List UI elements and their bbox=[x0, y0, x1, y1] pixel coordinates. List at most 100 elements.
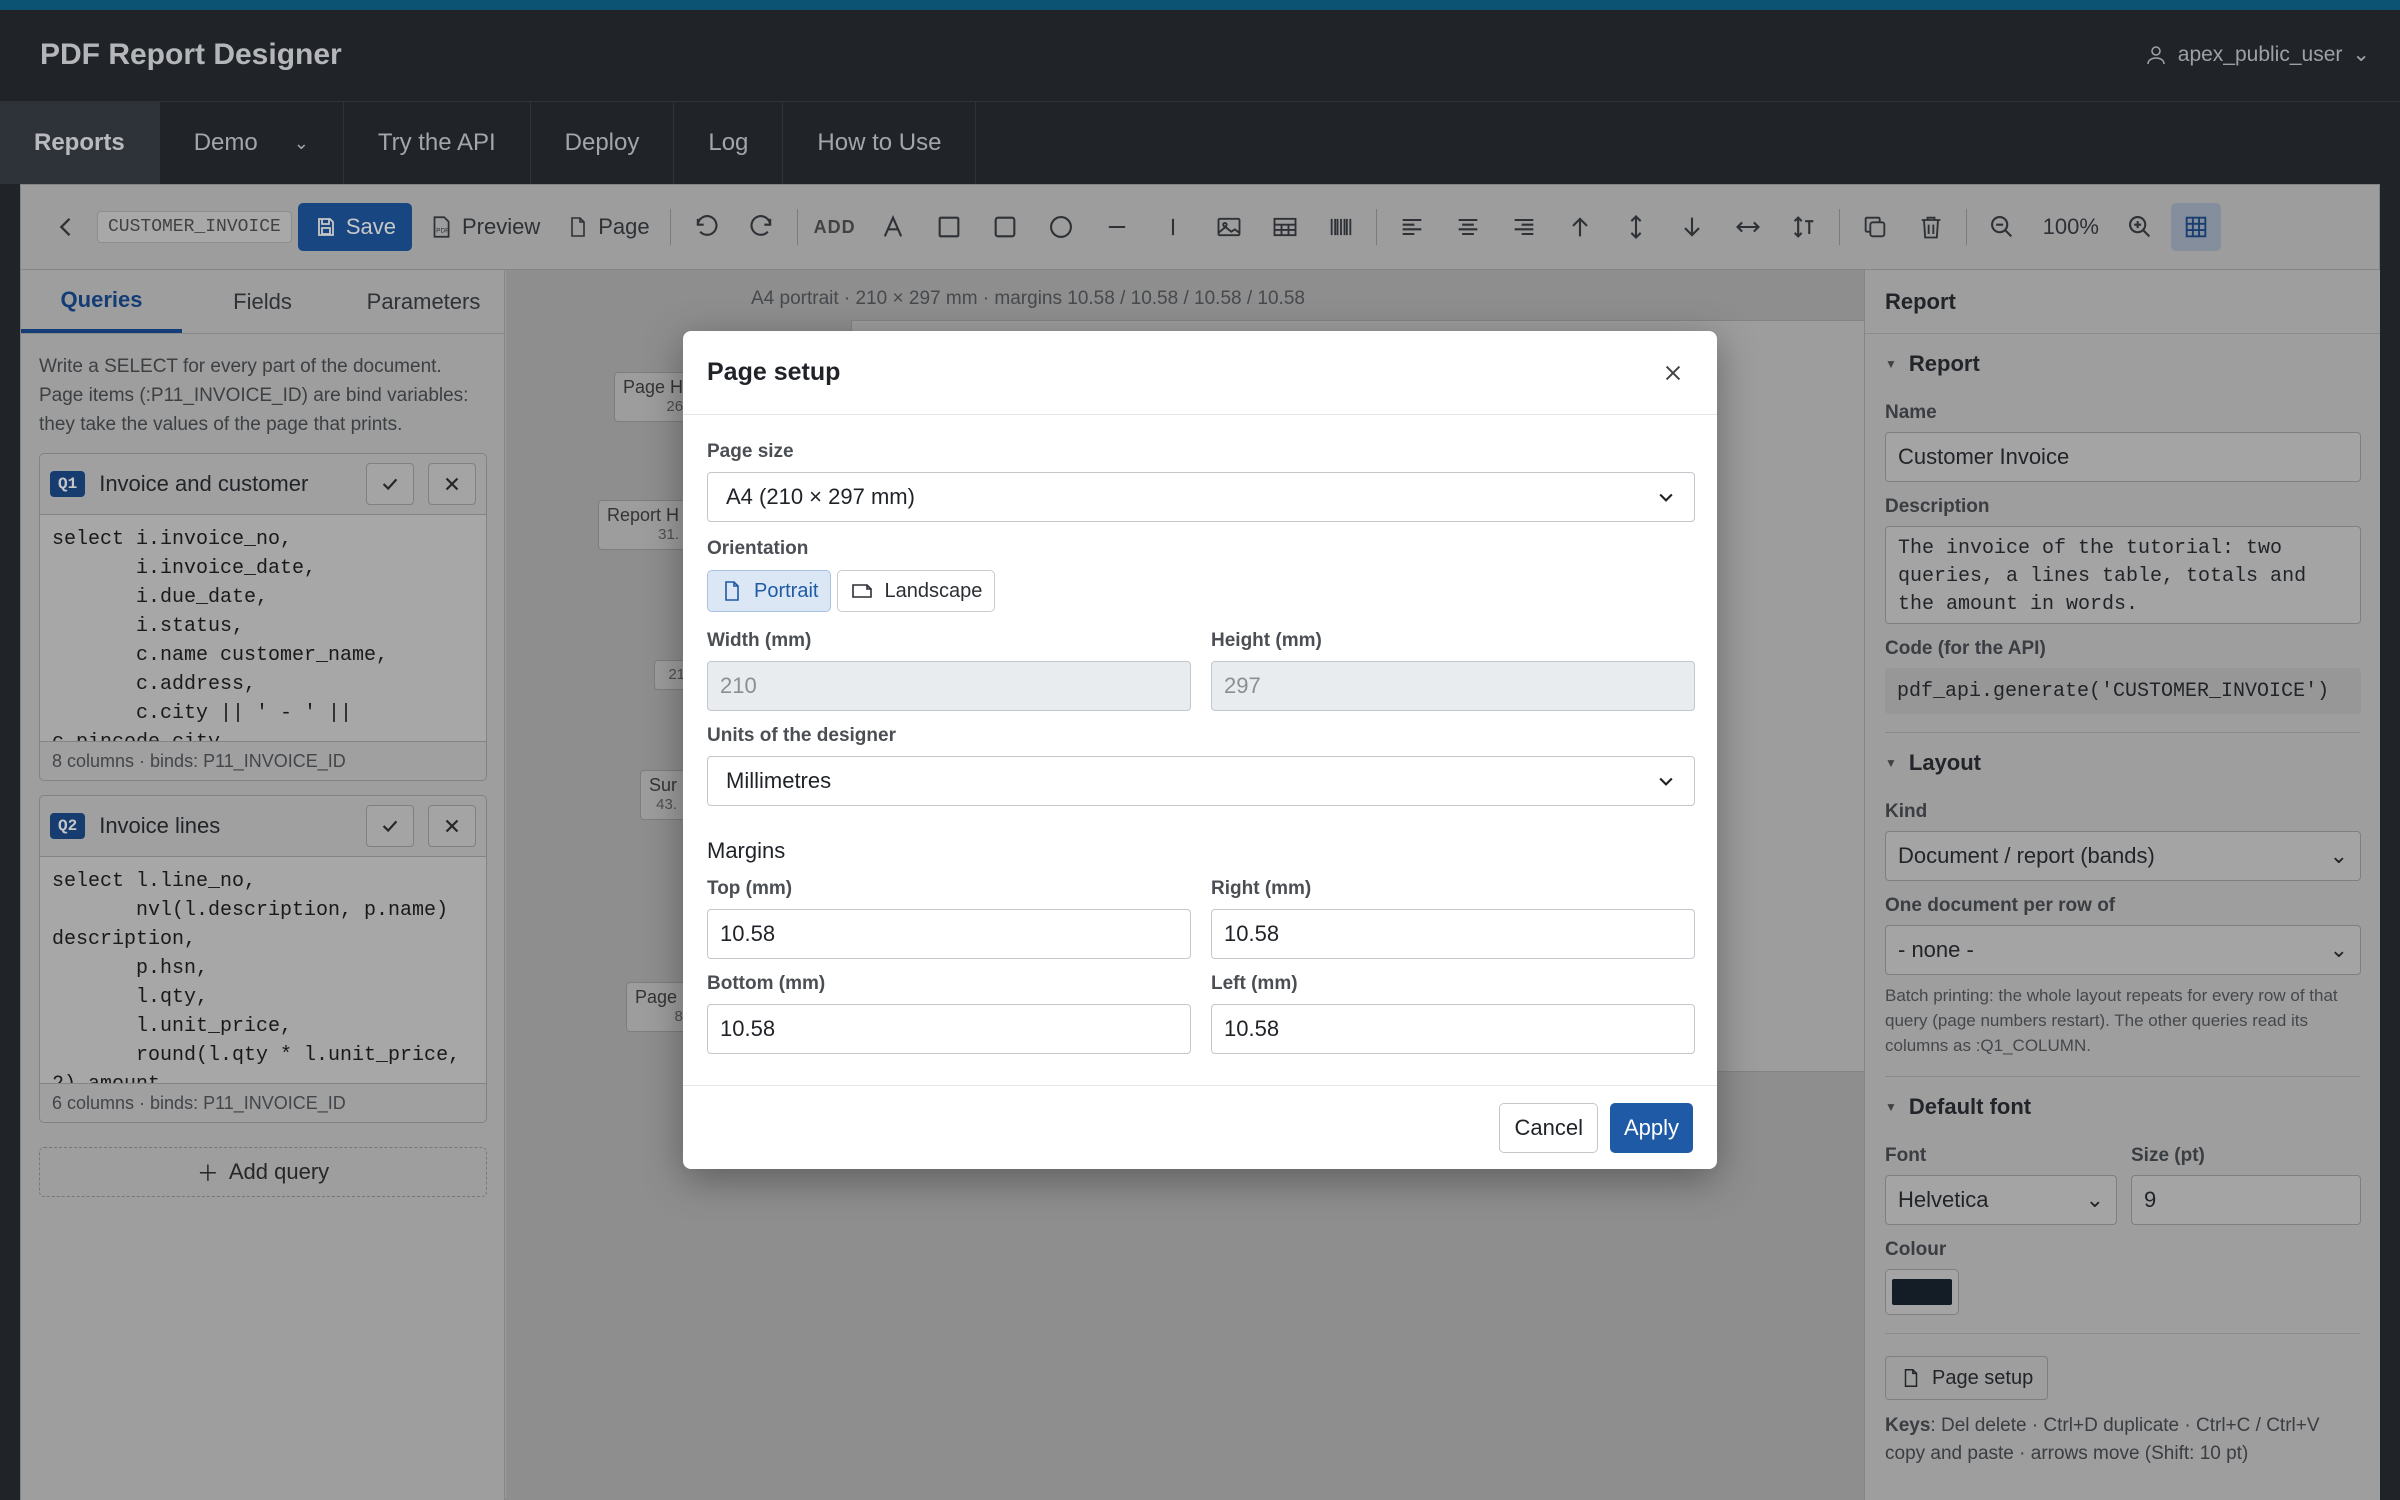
portrait-button[interactable]: Portrait bbox=[707, 570, 832, 612]
zoom-in-icon[interactable] bbox=[2115, 203, 2165, 251]
image-tool-icon[interactable] bbox=[1204, 203, 1254, 251]
app-header: PDF Report Designer apex_public_user ⌄ bbox=[0, 10, 2400, 102]
size-row: Width (mm) 210 Height (mm) 297 bbox=[707, 630, 1695, 711]
nav-demo-label: Demo bbox=[193, 129, 258, 156]
colour-swatch[interactable] bbox=[1885, 1269, 1959, 1315]
page-button[interactable]: Page bbox=[556, 203, 659, 251]
section-title: Layout bbox=[1908, 750, 1982, 775]
align-middle-icon[interactable] bbox=[1611, 203, 1661, 251]
nav-demo[interactable]: Demo ⌄ bbox=[160, 102, 344, 184]
margins-row-2: Bottom (mm) 10.58 Left (mm) 10.58 bbox=[707, 973, 1695, 1054]
toolbar-divider bbox=[1375, 209, 1377, 245]
query-sql-editor[interactable]: select i.invoice_no, i.invoice_date, i.d… bbox=[40, 514, 486, 742]
right-margin-input[interactable]: 10.58 bbox=[1211, 909, 1695, 959]
tab-fields[interactable]: Fields bbox=[182, 270, 343, 333]
nav-reports[interactable]: Reports bbox=[0, 102, 160, 184]
right-col: Right (mm) 10.58 bbox=[1211, 878, 1695, 959]
page-setup-button[interactable]: Page setup bbox=[1885, 1356, 2049, 1400]
font-row: Font Helvetica ⌄ Size (pt) 9 bbox=[1885, 1137, 2361, 1225]
report-name-input[interactable]: Customer Invoice bbox=[1885, 432, 2361, 482]
text-tool-icon[interactable] bbox=[868, 203, 918, 251]
bottom-margin-input[interactable]: 10.58 bbox=[707, 1004, 1191, 1054]
report-section: ▼ Report Name Customer Invoice Descriptio… bbox=[1865, 334, 2380, 733]
close-icon[interactable] bbox=[1653, 353, 1693, 393]
tab-queries[interactable]: Queries bbox=[21, 270, 182, 333]
apply-button[interactable]: Apply bbox=[1609, 1102, 1693, 1153]
redo-icon[interactable] bbox=[737, 203, 787, 251]
nav-how-to-use[interactable]: How to Use bbox=[783, 102, 977, 184]
grid-toggle-icon[interactable] bbox=[2170, 203, 2221, 251]
tab-parameters[interactable]: Parameters bbox=[343, 270, 504, 333]
page-setup-label: Page setup bbox=[1932, 1366, 2034, 1389]
units-select[interactable]: Millimetres bbox=[707, 756, 1695, 806]
user-menu[interactable]: apex_public_user ⌄ bbox=[2144, 42, 2370, 67]
kind-select[interactable]: Document / report (bands) ⌄ bbox=[1885, 831, 2361, 881]
check-icon[interactable] bbox=[366, 805, 414, 847]
page-info: A4 portrait · 210 × 297 mm · margins 10.… bbox=[751, 288, 1305, 309]
align-center-icon[interactable] bbox=[1443, 203, 1493, 251]
plus-icon: ＋ bbox=[196, 1161, 219, 1186]
nav-try-api[interactable]: Try the API bbox=[344, 102, 531, 184]
query-footer: 6 columns · binds: P11_INVOICE_ID bbox=[52, 1092, 346, 1113]
align-left-icon[interactable] bbox=[1387, 203, 1437, 251]
description-label: Description bbox=[1885, 496, 1990, 517]
colour-swatch-fill bbox=[1892, 1279, 1952, 1305]
undo-icon[interactable] bbox=[681, 203, 731, 251]
description-textarea[interactable]: The invoice of the tutorial: two queries… bbox=[1885, 526, 2361, 624]
nav-deploy[interactable]: Deploy bbox=[531, 102, 675, 184]
bottom-col: Bottom (mm) 10.58 bbox=[707, 973, 1191, 1054]
same-height-icon[interactable] bbox=[1779, 203, 1829, 251]
font-select[interactable]: Helvetica ⌄ bbox=[1885, 1175, 2117, 1225]
check-icon[interactable] bbox=[366, 463, 414, 505]
section-header[interactable]: ▼ Report bbox=[1885, 334, 2360, 394]
field-tool-icon[interactable] bbox=[924, 203, 974, 251]
trash-icon[interactable] bbox=[1906, 203, 1956, 251]
close-icon[interactable] bbox=[428, 463, 476, 505]
preview-button[interactable]: PDF Preview bbox=[418, 203, 550, 251]
align-top-icon[interactable] bbox=[1555, 203, 1605, 251]
query-footer: 8 columns · binds: P11_INVOICE_ID bbox=[52, 750, 346, 771]
zoom-out-icon[interactable] bbox=[1977, 203, 2027, 251]
query-sql-editor[interactable]: select l.line_no, nvl(l.description, p.n… bbox=[40, 856, 486, 1084]
top-col: Top (mm) 10.58 bbox=[707, 878, 1191, 959]
add-query-button[interactable]: ＋ Add query bbox=[39, 1147, 487, 1197]
top-margin-input[interactable]: 10.58 bbox=[707, 909, 1191, 959]
dialog-title: Page setup bbox=[707, 358, 841, 386]
page-size-select[interactable]: A4 (210 × 297 mm) bbox=[707, 472, 1695, 522]
ellipse-tool-icon[interactable] bbox=[1036, 203, 1086, 251]
user-name: apex_public_user bbox=[2177, 42, 2343, 66]
top-label: Top (mm) bbox=[707, 878, 793, 899]
horizontal-line-icon[interactable] bbox=[1092, 203, 1142, 251]
height-input: 297 bbox=[1211, 661, 1695, 711]
section-header[interactable]: ▼ Layout bbox=[1885, 733, 2360, 793]
save-button[interactable]: Save bbox=[297, 203, 412, 251]
page-setup-dialog: Page setup Page size A4 (210 × 297 mm) O… bbox=[683, 331, 1717, 1169]
cancel-button[interactable]: Cancel bbox=[1499, 1102, 1598, 1153]
band-label[interactable]: Report H 31. bbox=[598, 500, 689, 550]
height-label: Height (mm) bbox=[1211, 630, 1322, 651]
back-icon[interactable] bbox=[41, 203, 91, 251]
vertical-line-icon[interactable] bbox=[1148, 203, 1198, 251]
chevron-down-icon: ⌄ bbox=[293, 132, 309, 153]
section-header[interactable]: ▼ Default font bbox=[1885, 1077, 2360, 1137]
band-label[interactable]: Page H 26 bbox=[614, 372, 693, 422]
toolbar-divider bbox=[1965, 209, 1967, 245]
left-margin-input[interactable]: 10.58 bbox=[1211, 1004, 1695, 1054]
table-tool-icon[interactable] bbox=[1260, 203, 1310, 251]
collapse-triangle-icon: ▼ bbox=[1885, 1100, 1897, 1114]
per-row-select[interactable]: - none - ⌄ bbox=[1885, 925, 2361, 975]
rectangle-tool-icon[interactable] bbox=[980, 203, 1030, 251]
font-value: Helvetica bbox=[1898, 1187, 1989, 1212]
code-label: Code (for the API) bbox=[1885, 638, 2046, 659]
align-right-icon[interactable] bbox=[1499, 203, 1549, 251]
duplicate-icon[interactable] bbox=[1850, 203, 1900, 251]
zoom-level: 100% bbox=[2042, 214, 2099, 239]
landscape-button[interactable]: Landscape bbox=[837, 570, 996, 612]
font-size-input[interactable]: 9 bbox=[2131, 1175, 2361, 1225]
close-icon[interactable] bbox=[428, 805, 476, 847]
barcode-tool-icon[interactable] bbox=[1316, 203, 1366, 251]
nav-log[interactable]: Log bbox=[674, 102, 784, 184]
same-width-icon[interactable] bbox=[1723, 203, 1773, 251]
band-label[interactable]: Sur 43. bbox=[640, 770, 687, 820]
align-bottom-icon[interactable] bbox=[1667, 203, 1717, 251]
